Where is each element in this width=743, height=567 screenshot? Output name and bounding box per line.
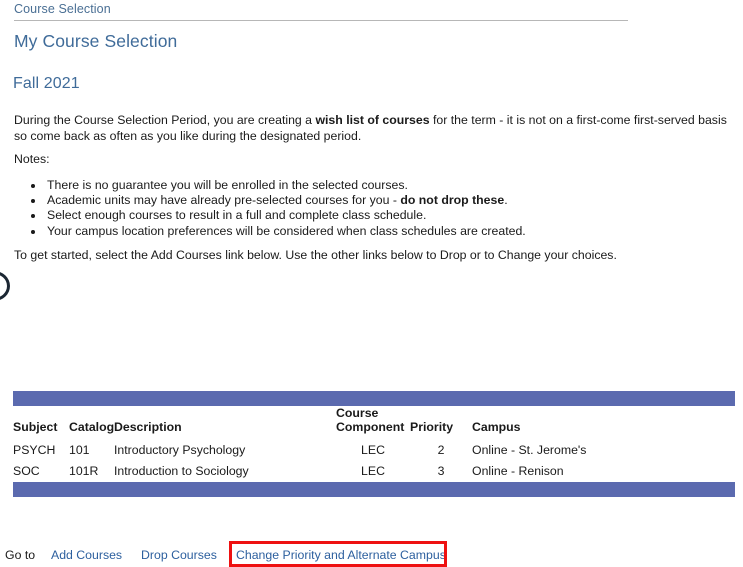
note-item-pre: Academic units may have already pre-sele…: [47, 193, 401, 208]
column-header-course-component-line1: Course: [336, 406, 379, 420]
intro-block: During the Course Selection Period, you …: [14, 112, 729, 144]
grid-header-bar: [13, 391, 735, 406]
cell-priority: 2: [437, 443, 445, 457]
course-selection-grid: Subject Catalog Description Course Compon…: [13, 391, 735, 497]
note-item: Academic units may have already pre-sele…: [45, 193, 526, 208]
table-header-row: Subject Catalog Description Course Compon…: [13, 406, 735, 440]
page-title: My Course Selection: [14, 31, 178, 51]
cell-subject: SOC: [13, 464, 40, 478]
cell-subject: PSYCH: [13, 443, 56, 457]
get-started-paragraph: To get started, select the Add Courses l…: [14, 248, 617, 262]
cell-course-component: LEC: [361, 443, 385, 457]
column-header-description: Description: [114, 420, 182, 434]
term-title: Fall 2021: [13, 75, 80, 92]
notes-list: There is no guarantee you will be enroll…: [14, 178, 526, 239]
clipped-circle-artifact: [0, 271, 10, 301]
note-item: Select enough courses to result in a ful…: [45, 208, 526, 223]
column-header-catalog: Catalog: [69, 420, 115, 434]
cell-description: Introduction to Sociology: [114, 464, 249, 478]
note-item-bold: do not drop these: [400, 193, 505, 208]
note-item: Your campus location preferences will be…: [45, 224, 526, 239]
column-header-subject: Subject: [13, 420, 58, 434]
cell-priority: 3: [437, 464, 445, 478]
table-row: PSYCH 101 Introductory Psychology LEC 2 …: [13, 440, 735, 461]
intro-text-bold: wish list of courses: [315, 113, 430, 127]
cell-course-component: LEC: [361, 464, 385, 478]
cell-campus: Online - St. Jerome's: [472, 443, 587, 457]
note-item: There is no guarantee you will be enroll…: [45, 178, 526, 193]
course-table: Subject Catalog Description Course Compon…: [13, 406, 735, 482]
column-header-priority: Priority: [410, 420, 454, 434]
intro-paragraph: During the Course Selection Period, you …: [14, 112, 729, 144]
highlight-annotation-box: [229, 541, 447, 567]
goto-label: Go to: [5, 548, 36, 562]
cell-catalog: 101: [69, 443, 90, 457]
cell-catalog: 101R: [69, 464, 99, 478]
add-courses-link[interactable]: Add Courses: [51, 548, 122, 562]
breadcrumb-link-course-selection[interactable]: Course Selection: [14, 2, 111, 16]
cell-campus: Online - Renison: [472, 464, 564, 478]
column-header-course-component: Course Component: [336, 406, 410, 440]
table-row: SOC 101R Introduction to Sociology LEC 3…: [13, 461, 735, 482]
column-header-campus: Campus: [472, 420, 521, 434]
column-header-course-component-line2: Component: [336, 420, 405, 434]
cell-description: Introductory Psychology: [114, 443, 246, 457]
drop-courses-link[interactable]: Drop Courses: [141, 548, 217, 562]
intro-text-part1: During the Course Selection Period, you …: [14, 113, 316, 127]
note-item-post: .: [504, 193, 508, 208]
breadcrumb: Course Selection: [14, 2, 628, 21]
grid-footer-bar: [13, 482, 735, 497]
notes-label: Notes:: [14, 152, 50, 166]
